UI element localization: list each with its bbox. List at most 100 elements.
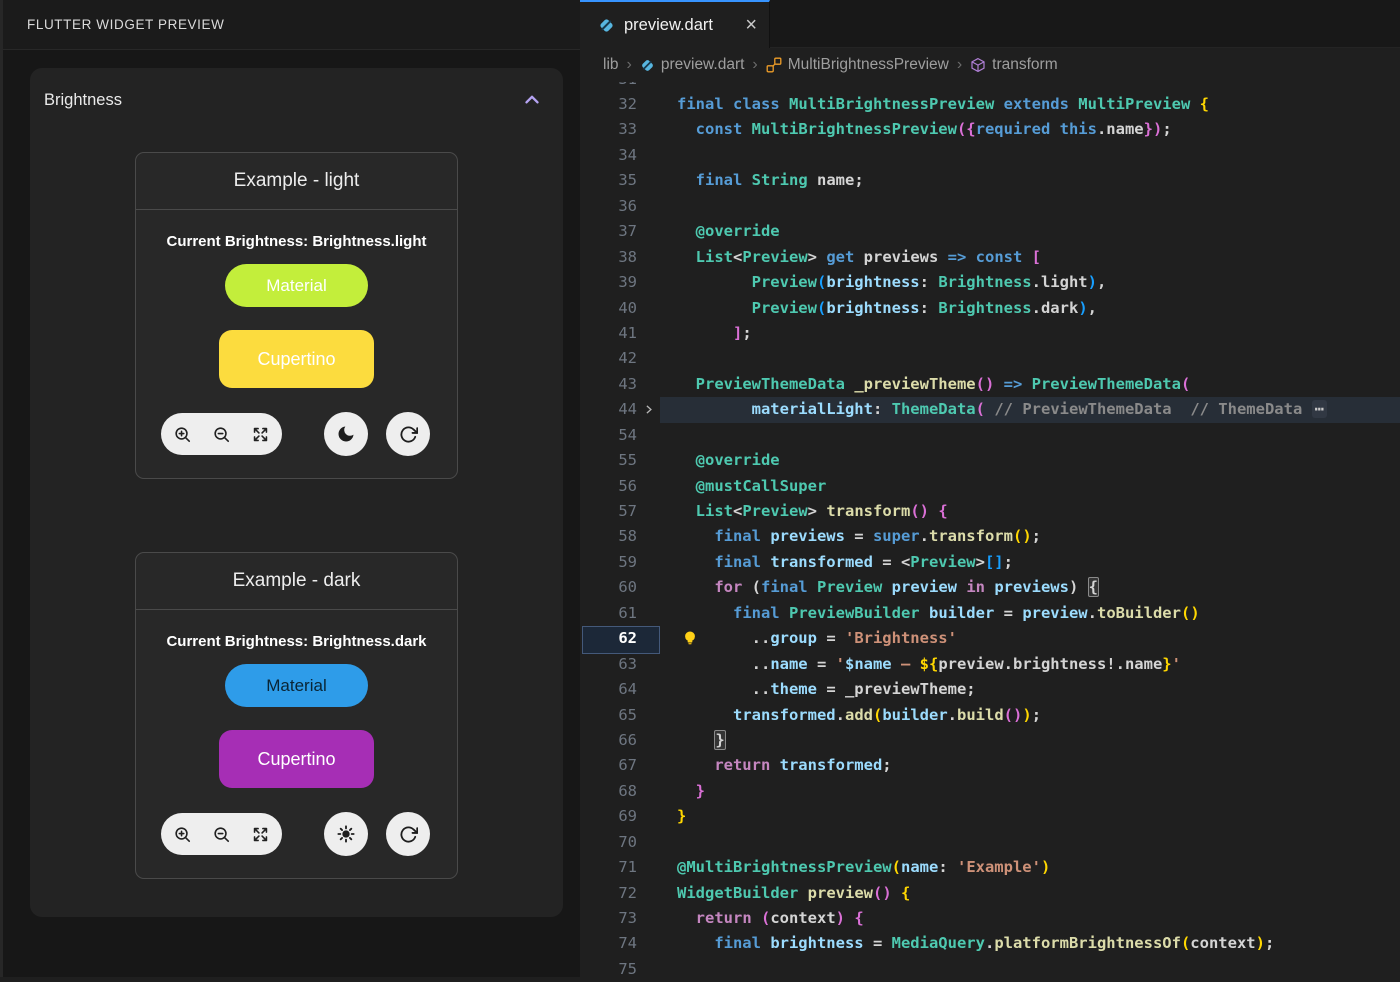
lightbulb-icon[interactable] (682, 630, 698, 646)
line-number: 64 (580, 677, 637, 702)
preview-controls (136, 412, 457, 478)
code-line[interactable]: 69} (580, 804, 1400, 829)
zoom-in-button[interactable] (173, 825, 192, 844)
line-number: 69 (580, 804, 637, 829)
preview-card-title: Example - light (234, 170, 360, 192)
code-area[interactable]: 3132final class MultiBrightnessPreview e… (580, 82, 1400, 982)
line-number: 72 (580, 881, 637, 906)
code-line[interactable]: 42 (580, 346, 1400, 371)
line-number: 71 (580, 855, 637, 880)
code-line[interactable]: 44materialLight: ThemeData( // PreviewTh… (580, 397, 1400, 422)
code-line[interactable]: 34 (580, 143, 1400, 168)
code-line[interactable]: 59final transformed = <Preview>[]; (580, 550, 1400, 575)
material-button[interactable]: Material (225, 664, 368, 707)
light-mode-toggle-button[interactable] (324, 812, 368, 856)
refresh-button[interactable] (386, 412, 430, 456)
code-line[interactable]: 65transformed.add(builder.build()); (580, 703, 1400, 728)
breadcrumb-item-file[interactable]: preview.dart (640, 56, 745, 74)
dart-icon (598, 17, 615, 34)
line-number: 60 (580, 575, 637, 600)
code-line[interactable]: 31 (580, 82, 1400, 92)
line-number: 62 (580, 626, 637, 651)
code-line[interactable]: 37@override (580, 219, 1400, 244)
code-line[interactable]: 66} (580, 728, 1400, 753)
zoom-controls (161, 413, 282, 455)
code-line[interactable]: 67return transformed; (580, 753, 1400, 778)
zoom-in-button[interactable] (173, 425, 192, 444)
tab-label: preview.dart (624, 16, 736, 35)
cupertino-button[interactable]: Cupertino (219, 330, 374, 388)
collapse-section-button[interactable] (521, 89, 543, 111)
zoom-out-button[interactable] (212, 825, 231, 844)
chevron-up-icon (521, 99, 543, 114)
code-line[interactable]: 32final class MultiBrightnessPreview ext… (580, 92, 1400, 117)
line-number: 35 (580, 168, 637, 193)
refresh-button[interactable] (386, 812, 430, 856)
code-line[interactable]: 39Preview(brightness: Brightness.light), (580, 270, 1400, 295)
zoom-in-icon (173, 432, 192, 447)
line-number: 57 (580, 499, 637, 524)
code-line[interactable]: 40Preview(brightness: Brightness.dark), (580, 296, 1400, 321)
line-number: 41 (580, 321, 637, 346)
preview-controls (136, 812, 457, 878)
brightness-section: Brightness Example - light Current Brigh… (30, 68, 563, 917)
tab-preview-dart[interactable]: preview.dart × (580, 0, 770, 48)
preview-card-title: Example - dark (233, 570, 361, 592)
breadcrumb-item-lib[interactable]: lib (603, 56, 619, 74)
line-number: 43 (580, 372, 637, 397)
preview-card-header: Example - dark (136, 553, 457, 610)
code-line[interactable]: 43PreviewThemeData _previewTheme() => Pr… (580, 372, 1400, 397)
code-line[interactable]: 75 (580, 957, 1400, 982)
line-number: 68 (580, 779, 637, 804)
code-line[interactable]: 36 (580, 194, 1400, 219)
zoom-controls (161, 813, 282, 855)
zoom-out-button[interactable] (212, 425, 231, 444)
code-line[interactable]: 62..group = 'Brightness' (580, 626, 1400, 651)
code-line[interactable]: 33const MultiBrightnessPreview({required… (580, 117, 1400, 142)
expand-button[interactable] (251, 425, 270, 444)
code-line[interactable]: 63..name = '$name – ${preview.brightness… (580, 652, 1400, 677)
code-line[interactable]: 41]; (580, 321, 1400, 346)
code-line[interactable]: 64..theme = _previewTheme; (580, 677, 1400, 702)
code-line[interactable]: 61final PreviewBuilder builder = preview… (580, 601, 1400, 626)
material-button[interactable]: Material (225, 264, 368, 307)
expand-icon (251, 432, 270, 447)
code-line[interactable]: 73return (context) { (580, 906, 1400, 931)
breadcrumb-item-method[interactable]: transform (970, 56, 1057, 74)
line-number: 40 (580, 296, 637, 321)
code-line[interactable]: 70 (580, 830, 1400, 855)
cupertino-button[interactable]: Cupertino (219, 730, 374, 788)
tab-close-button[interactable]: × (745, 15, 757, 35)
code-line[interactable]: 72WidgetBuilder preview() { (580, 881, 1400, 906)
line-number: 70 (580, 830, 637, 855)
line-number: 32 (580, 92, 637, 117)
line-number: 42 (580, 346, 637, 371)
code-line[interactable]: 74final brightness = MediaQuery.platform… (580, 931, 1400, 956)
line-number: 66 (580, 728, 637, 753)
sun-icon (336, 824, 356, 844)
class-symbol-icon (766, 57, 782, 73)
dart-icon (640, 58, 655, 73)
code-line[interactable]: 55@override (580, 448, 1400, 473)
line-number: 61 (580, 601, 637, 626)
code-line[interactable]: 54 (580, 423, 1400, 448)
zoom-in-icon (173, 832, 192, 847)
line-number: 54 (580, 423, 637, 448)
code-line[interactable]: 35final String name; (580, 168, 1400, 193)
line-number: 75 (580, 957, 637, 982)
fold-chevron-icon[interactable] (637, 397, 660, 422)
code-line[interactable]: 60for (final Preview preview in previews… (580, 575, 1400, 600)
moon-icon (336, 424, 356, 444)
code-line[interactable]: 71@MultiBrightnessPreview(name: 'Example… (580, 855, 1400, 880)
code-line[interactable]: 56@mustCallSuper (580, 474, 1400, 499)
section-title: Brightness (44, 91, 122, 110)
line-number: 65 (580, 703, 637, 728)
line-number: 44 (580, 397, 637, 422)
code-line[interactable]: 68} (580, 779, 1400, 804)
code-line[interactable]: 57List<Preview> transform() { (580, 499, 1400, 524)
expand-button[interactable] (251, 825, 270, 844)
code-line[interactable]: 38List<Preview> get previews => const [ (580, 245, 1400, 270)
code-line[interactable]: 58final previews = super.transform(); (580, 524, 1400, 549)
breadcrumb-item-class[interactable]: MultiBrightnessPreview (766, 56, 949, 74)
dark-mode-toggle-button[interactable] (324, 412, 368, 456)
